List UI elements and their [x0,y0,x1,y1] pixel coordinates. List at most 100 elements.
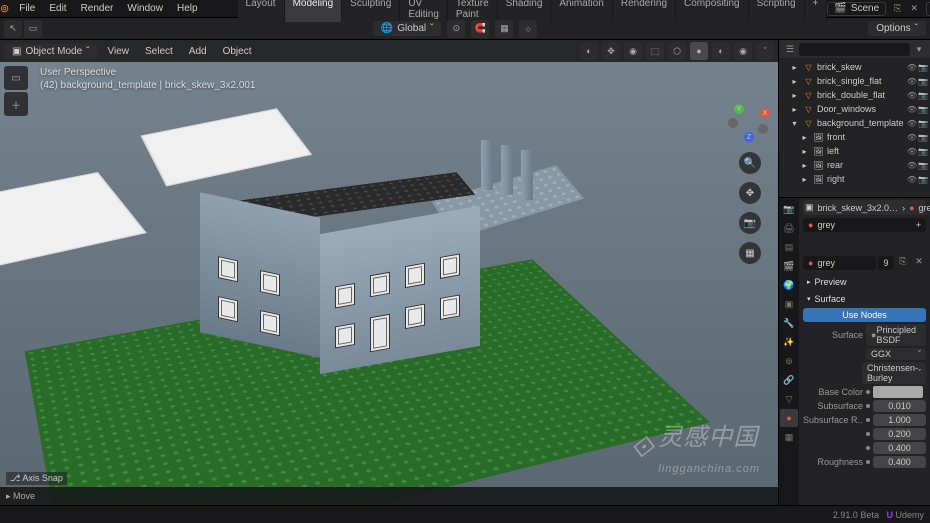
socket-dot-icon[interactable] [866,432,870,436]
render-icon[interactable]: 📷 [918,91,928,100]
prop-value[interactable]: 0.200 [873,428,926,440]
xray-icon[interactable]: ⬚ [646,42,664,60]
viewport-menu-select[interactable]: Select [139,44,179,59]
tree-row[interactable]: ▸🖼left👁📷 [779,144,930,158]
viewport-menu-object[interactable]: Object [217,44,258,59]
prop-value[interactable]: 0.400 [873,456,926,468]
camera-view-icon[interactable]: 📷 [739,212,761,234]
socket-dot-icon[interactable] [866,446,870,450]
expand-icon[interactable]: ▸ [789,104,800,115]
eye-icon[interactable]: 👁 [907,63,917,72]
snap-type-icon[interactable]: ▦ [495,20,513,38]
overlays-icon[interactable]: ◉ [624,42,642,60]
eye-icon[interactable]: 👁 [907,91,917,100]
prop-tab-constraints[interactable]: 🔗 [780,371,798,389]
tab-scripting[interactable]: Scripting [749,0,805,22]
pivot-icon[interactable]: ⊙ [447,20,465,38]
menu-render[interactable]: Render [75,1,120,16]
viewport-menu-add[interactable]: Add [183,44,213,59]
select-box-tool[interactable]: ▭ [4,66,28,90]
render-icon[interactable]: 📷 [918,119,928,128]
prop-tab-modifiers[interactable]: 🔧 [780,314,798,332]
gizmo-toggle-icon[interactable]: ✥ [602,42,620,60]
prop-tab-world[interactable]: 🌍 [780,276,798,294]
prop-tab-render[interactable]: 📷 [780,200,798,218]
tab-uv-editing[interactable]: UV Editing [400,0,448,22]
expand-icon[interactable]: ▸ [799,146,810,157]
eye-icon[interactable]: 👁 [907,133,917,142]
tree-row[interactable]: ▸🖼right👁📷 [779,172,930,186]
render-icon[interactable]: 📷 [918,133,928,142]
move-view-icon[interactable]: ✥ [739,182,761,204]
tree-row[interactable]: ▸▽Door_windows👁📷 [779,102,930,116]
filter-icon[interactable]: ▾ [912,42,926,56]
prop-tab-scene[interactable]: 🎬 [780,257,798,275]
mode-dropdown[interactable]: ▣Object Modeˇ [4,44,98,59]
render-icon[interactable]: 📷 [918,63,928,72]
outliner-search[interactable] [799,43,910,56]
orientation-dropdown[interactable]: 🌐Globalˇ [373,21,442,36]
expand-icon[interactable]: ▸ [789,90,800,101]
render-icon[interactable]: 📷 [918,161,928,170]
prop-value[interactable]: 1.000 [873,414,926,426]
prop-tab-texture[interactable]: ▦ [780,428,798,446]
prop-value[interactable]: 0.010 [873,400,926,412]
menu-edit[interactable]: Edit [43,1,72,16]
cursor-tool[interactable]: ＋ [4,92,28,116]
shading-solid-icon[interactable]: ● [690,42,708,60]
tab-layout[interactable]: Layout [238,0,285,22]
expand-icon[interactable]: ▸ [799,174,810,185]
cursor-tool-icon[interactable]: ↖ [4,20,22,38]
blender-logo-icon[interactable]: ⊚ [0,0,9,18]
eye-icon[interactable]: 👁 [907,147,917,156]
tab-shading[interactable]: Shading [498,0,552,22]
socket-dot-icon[interactable] [866,390,870,394]
expand-icon[interactable]: ▸ [789,76,800,87]
prop-tab-output[interactable]: 🖨 [780,219,798,237]
menu-window[interactable]: Window [121,1,169,16]
socket-dot-icon[interactable] [866,404,870,408]
scene-delete-icon[interactable]: ✕ [909,2,920,16]
expand-icon[interactable]: ▸ [789,62,800,73]
render-icon[interactable]: 📷 [918,147,928,156]
eye-icon[interactable]: 👁 [907,119,917,128]
prop-tab-particles[interactable]: ✨ [780,333,798,351]
eye-icon[interactable]: 👁 [907,77,917,86]
material-slot[interactable]: ●grey+ [803,218,926,232]
outliner-mode-icon[interactable]: ☰ [783,42,797,56]
tree-row[interactable]: ▸🖼front👁📷 [779,130,930,144]
scene-new-icon[interactable]: ⎘ [892,2,903,16]
shading-wireframe-icon[interactable]: ⬡ [668,42,686,60]
prop-value[interactable]: 0.400 [873,442,926,454]
tree-row[interactable]: ▸▽brick_double_flat👁📷 [779,88,930,102]
expand-icon[interactable]: ▸ [799,160,810,171]
select-visible-icon[interactable]: ◐ [580,42,598,60]
shading-rendered-icon[interactable]: ◉ [734,42,752,60]
viewlayer-field[interactable]: ⬚View Layer [926,2,930,16]
expand-icon[interactable]: ▾ [789,118,800,129]
eye-icon[interactable]: 👁 [907,161,917,170]
nav-gizmo[interactable]: X Y Z [728,100,772,144]
viewport-menu-view[interactable]: View [102,44,136,59]
tree-row[interactable]: ▸▽brick_single_flat👁📷 [779,74,930,88]
prop-tab-mesh[interactable]: ▽ [780,390,798,408]
use-nodes-button[interactable]: Use Nodes [803,308,926,322]
eye-icon[interactable]: 👁 [907,175,917,184]
panel-preview[interactable]: Preview [803,275,926,289]
menu-file[interactable]: File [13,1,41,16]
options-dropdown[interactable]: Optionsˇ [868,21,926,36]
tab-animation[interactable]: Animation [551,0,612,22]
scene-field[interactable]: 🎬Scene [827,2,886,16]
tree-row[interactable]: ▾▽background_template👁📷 [779,116,930,130]
tab-compositing[interactable]: Compositing [676,0,749,22]
shading-matpreview-icon[interactable]: ◐ [712,42,730,60]
expand-icon[interactable]: ▸ [799,132,810,143]
panel-surface[interactable]: Surface [803,292,926,306]
tab-rendering[interactable]: Rendering [613,0,676,22]
tab-modeling[interactable]: Modeling [285,0,343,22]
tab-add-workspace[interactable]: + [805,0,828,22]
prop-tab-material[interactable]: ● [780,409,798,427]
select-tool-icon[interactable]: ▭ [24,20,42,38]
zoom-icon[interactable]: 🔍 [739,152,761,174]
prop-tab-physics[interactable]: ⊚ [780,352,798,370]
